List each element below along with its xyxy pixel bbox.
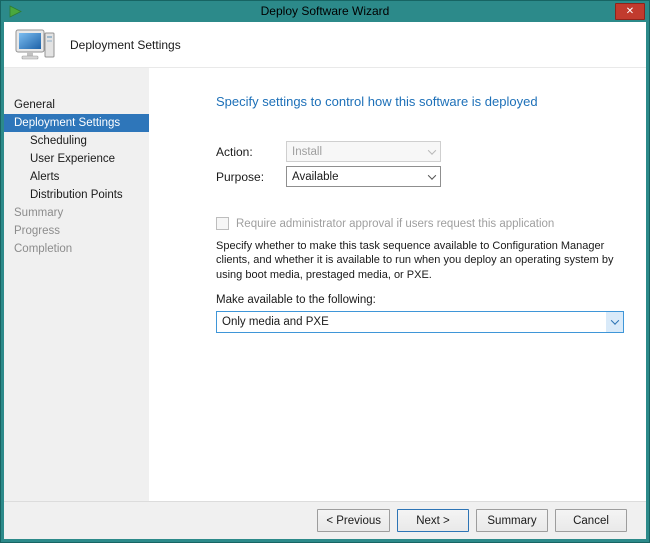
purpose-label: Purpose:: [216, 170, 286, 184]
sidebar-item-progress: Progress: [4, 222, 149, 240]
chevron-down-icon: [423, 142, 440, 161]
make-available-label: Make available to the following:: [216, 294, 624, 306]
action-row: Action: Install: [216, 141, 624, 162]
previous-button[interactable]: < Previous: [317, 509, 390, 532]
summary-button[interactable]: Summary: [476, 509, 548, 532]
close-icon: ✕: [626, 5, 634, 19]
approval-checkbox-label: Require administrator approval if users …: [236, 218, 554, 230]
action-label: Action:: [216, 145, 286, 159]
page-content: Specify settings to control how this sof…: [149, 68, 646, 501]
sidebar-item-general[interactable]: General: [4, 96, 149, 114]
close-button[interactable]: ✕: [615, 3, 645, 20]
sidebar-item-user-experience[interactable]: User Experience: [4, 150, 149, 168]
approval-checkbox-row: Require administrator approval if users …: [216, 217, 624, 230]
make-available-value: Only media and PXE: [222, 316, 606, 328]
page-heading: Specify settings to control how this sof…: [216, 94, 624, 109]
deploy-software-wizard-window: Deploy Software Wizard ✕: [0, 0, 650, 543]
chevron-down-icon: [606, 312, 623, 332]
purpose-dropdown[interactable]: Available: [286, 166, 441, 187]
titlebar[interactable]: Deploy Software Wizard ✕: [1, 1, 649, 22]
action-dropdown: Install: [286, 141, 441, 162]
sidebar-item-summary: Summary: [4, 204, 149, 222]
wizard-nav: General Deployment Settings Scheduling U…: [4, 68, 149, 501]
action-value: Install: [292, 146, 423, 158]
approval-checkbox: [216, 217, 229, 230]
task-sequence-description: Specify whether to make this task sequen…: [216, 239, 624, 282]
sidebar-item-deployment-settings[interactable]: Deployment Settings: [4, 114, 149, 132]
sidebar-item-completion: Completion: [4, 240, 149, 258]
sidebar-item-scheduling[interactable]: Scheduling: [4, 132, 149, 150]
wizard-header: Deployment Settings: [4, 22, 646, 68]
window-frame: Deployment Settings General Deployment S…: [4, 22, 646, 539]
computer-icon: [14, 27, 58, 63]
wizard-body: General Deployment Settings Scheduling U…: [4, 68, 646, 501]
purpose-row: Purpose: Available: [216, 166, 624, 187]
window-title: Deploy Software Wizard: [1, 4, 649, 18]
next-button[interactable]: Next >: [397, 509, 469, 532]
purpose-value: Available: [292, 171, 423, 183]
cancel-button[interactable]: Cancel: [555, 509, 627, 532]
chevron-down-icon: [423, 167, 440, 186]
make-available-dropdown[interactable]: Only media and PXE: [216, 311, 624, 333]
page-title: Deployment Settings: [70, 38, 181, 52]
sidebar-item-alerts[interactable]: Alerts: [4, 168, 149, 186]
wizard-footer: < Previous Next > Summary Cancel: [4, 501, 646, 539]
sidebar-item-distribution-points[interactable]: Distribution Points: [4, 186, 149, 204]
